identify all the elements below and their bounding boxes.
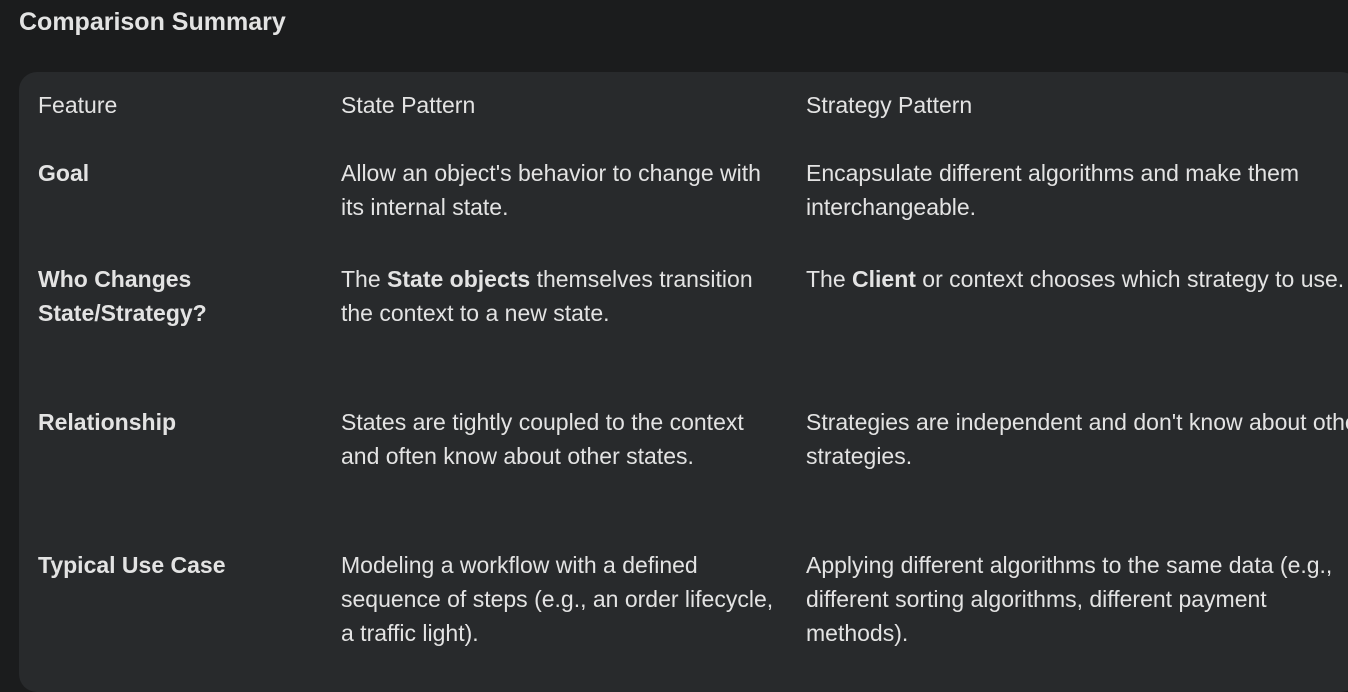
strategy-text-post: or context chooses which strategy to use… (915, 266, 1345, 292)
state-text-bold: State objects (387, 266, 531, 292)
state-text-pre: The (341, 266, 388, 292)
feature-cell: Goal (38, 160, 90, 186)
strategy-text-bold: Client (852, 266, 916, 292)
state-cell: Modeling a workflow with a defined seque… (341, 552, 774, 646)
strategy-cell: Strategies are independent and don't kno… (806, 409, 1348, 469)
state-cell: States are tightly coupled to the contex… (341, 409, 744, 469)
section-heading: Comparison Summary (19, 8, 286, 36)
comparison-table: Feature State Pattern Strategy Pattern G… (19, 72, 1348, 692)
feature-cell: Typical Use Case (38, 552, 226, 578)
strategy-text-pre: The (806, 266, 853, 292)
column-header-strategy-pattern: Strategy Pattern (806, 92, 973, 118)
strategy-cell: Applying different algorithms to the sam… (806, 552, 1333, 646)
column-header-feature: Feature (38, 92, 118, 118)
feature-cell: Relationship (38, 409, 177, 435)
strategy-cell: The Client or context chooses which stra… (806, 262, 1348, 296)
state-cell: The State objects themselves transition … (341, 262, 781, 330)
state-cell: Allow an object's behavior to change wit… (341, 160, 761, 220)
column-header-state-pattern: State Pattern (341, 92, 476, 118)
strategy-cell: Encapsulate different algorithms and mak… (806, 160, 1300, 220)
feature-cell: Who Changes State/Strategy? (38, 266, 207, 326)
